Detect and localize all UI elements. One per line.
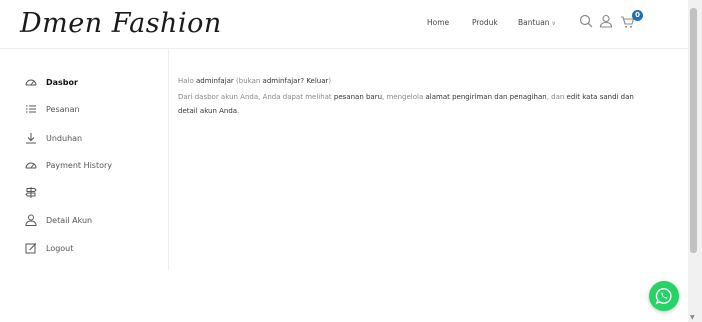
desc-text-3: , dan	[546, 93, 567, 101]
signpost-icon	[24, 186, 38, 198]
desc-text-1: Dari dasbor akun Anda, Anda dapat meliha…	[178, 93, 334, 101]
scroll-down-icon[interactable]: ▼	[690, 314, 695, 321]
download-icon	[24, 132, 38, 144]
logout-link[interactable]: Keluar	[306, 77, 328, 85]
account-dashboard-content: Halo adminfajar (bukan adminfajar? Kelua…	[178, 74, 648, 118]
greeting-prefix: Halo	[178, 77, 197, 85]
sidebar-item-dasbor[interactable]: Dasbor	[24, 76, 78, 88]
sidebar-item-label: Pesanan	[46, 104, 80, 114]
sidebar-item-label: Detail Akun	[46, 215, 93, 225]
whatsapp-chat-button[interactable]	[649, 281, 679, 311]
greeting-text: Halo adminfajar (bukan adminfajar? Kelua…	[178, 74, 648, 88]
orders-link[interactable]: pesanan baru	[334, 93, 382, 101]
site-logo[interactable]: Dmen Fashion	[20, 8, 222, 39]
greeting-mid: (bukan	[233, 77, 263, 85]
scrollbar-thumb[interactable]	[690, 8, 697, 253]
greeting-close: )	[328, 77, 332, 85]
site-header: Dmen Fashion Home Produk Bantuan ∨ 0	[0, 0, 688, 49]
search-icon[interactable]	[579, 14, 593, 28]
sidebar-item-pesanan[interactable]: Pesanan	[24, 103, 80, 115]
sidebar-item-unlabeled[interactable]	[24, 186, 46, 198]
username: adminfajar	[196, 77, 234, 85]
nav-home[interactable]: Home	[427, 18, 449, 27]
sidebar-item-logout[interactable]: Logout	[24, 242, 73, 254]
chevron-down-icon: ∨	[551, 20, 556, 27]
nav-bantuan-label: Bantuan	[518, 18, 550, 27]
sidebar-item-label: Dasbor	[46, 77, 78, 87]
sidebar-item-payment-history[interactable]: Payment History	[24, 159, 112, 171]
sidebar-item-detail-akun[interactable]: Detail Akun	[24, 214, 92, 226]
sidebar-item-label: Logout	[46, 243, 74, 253]
desc-text-4: .	[237, 107, 240, 115]
addresses-link[interactable]: alamat pengiriman dan penagihan	[425, 93, 546, 101]
sidebar-item-label: Unduhan	[46, 133, 83, 143]
desc-text-2: , mengelola	[382, 93, 426, 101]
sidebar-item-label: Payment History	[46, 160, 113, 170]
dashboard-icon	[24, 159, 38, 171]
dashboard-icon	[24, 76, 38, 88]
account-sidebar: Dasbor Pesanan Unduhan Payment History D…	[0, 48, 169, 270]
list-icon	[24, 103, 38, 115]
user-icon[interactable]	[599, 14, 613, 28]
nav-produk[interactable]: Produk	[472, 18, 498, 27]
whatsapp-icon	[655, 288, 672, 305]
nav-bantuan[interactable]: Bantuan ∨	[518, 18, 556, 27]
user-icon	[24, 214, 38, 226]
username-repeat: adminfajar	[262, 77, 301, 85]
sidebar-item-unduhan[interactable]: Unduhan	[24, 132, 82, 144]
dashboard-description: Dari dasbor akun Anda, Anda dapat meliha…	[178, 90, 648, 118]
cart-count-badge: 0	[632, 10, 643, 21]
edit-icon	[24, 242, 38, 254]
